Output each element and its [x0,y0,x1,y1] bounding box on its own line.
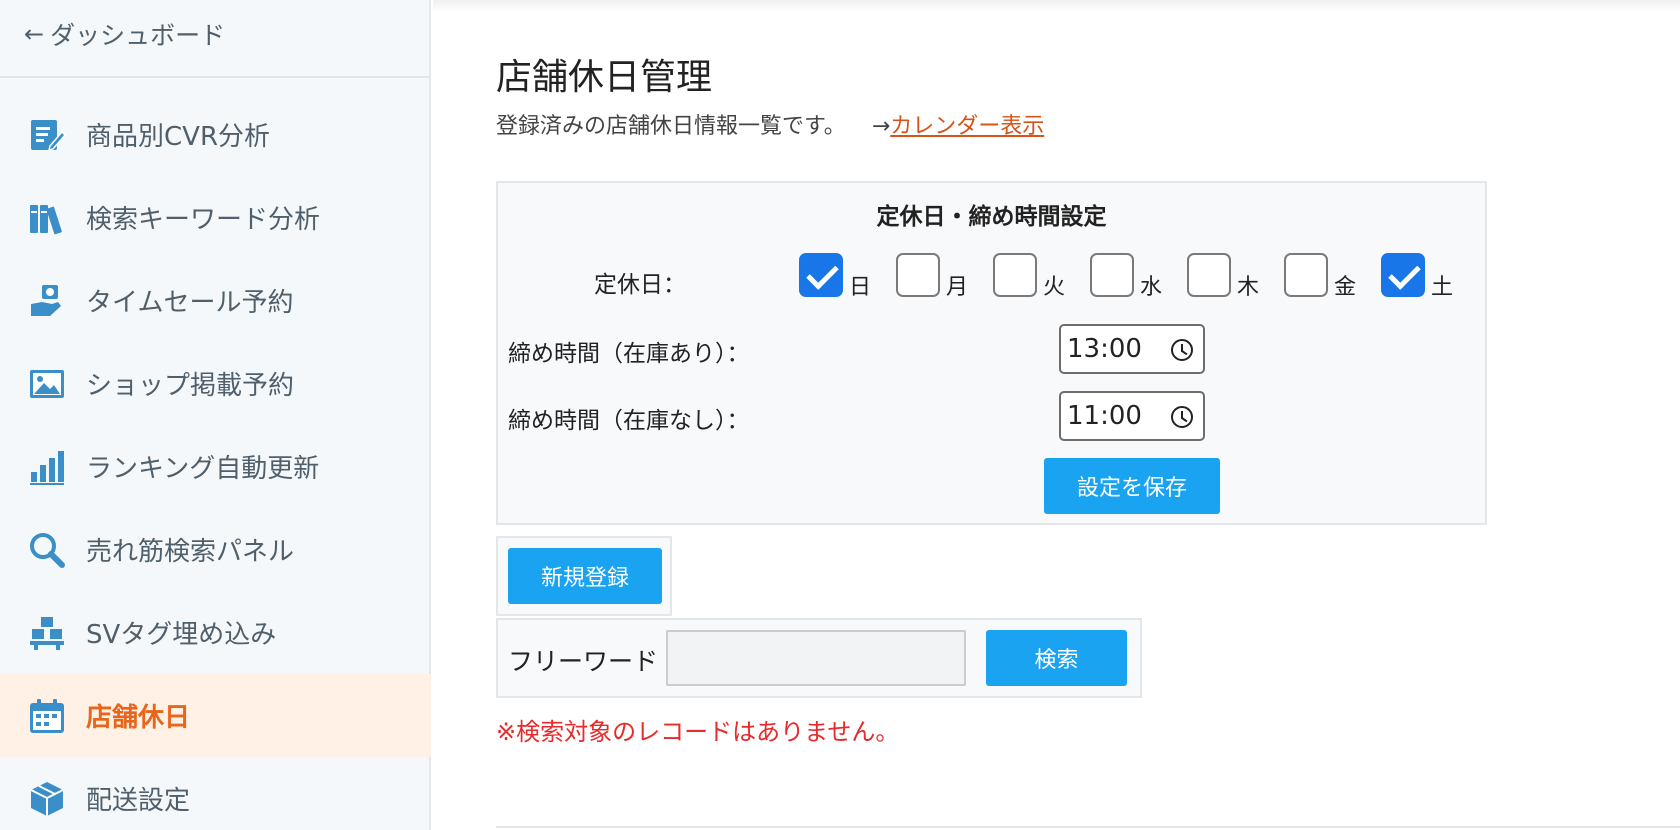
day-label: 土 [1431,275,1454,300]
sidebar-item-label: ランキング自動更新 [86,454,320,484]
cutoff-instock-time-input[interactable]: 13:00 [1059,324,1205,374]
sidebar-item-bestseller-panel[interactable]: 売れ筋検索パネル [0,508,431,591]
day-label: 火 [1043,275,1066,300]
day-label: 木 [1237,275,1260,300]
main-content: 店舗休日管理 登録済みの店舗休日情報一覧です。 →カレンダー表示 定休日・締め時間… [433,0,1680,830]
day-sunday: 日 [799,253,871,300]
top-shadow [433,0,1680,12]
no-records-message: ※検索対象のレコードはありません。 [496,718,900,746]
search-button[interactable]: 検索 [986,630,1127,686]
sidebar: ← ダッシュボード 商品別CVR分析 検索キーワード分析 タイムセール予約 ショ… [0,0,431,830]
page-title: 店舗休日管理 [496,57,713,98]
sidebar-item-shop-listing[interactable]: ショップ掲載予約 [0,342,431,425]
sidebar-item-label: 店舗休日 [86,703,191,733]
save-settings-button[interactable]: 設定を保存 [1044,458,1220,514]
checkbox-thursday[interactable] [1187,253,1231,297]
sidebar-item-time-sale[interactable]: タイムセール予約 [0,259,431,342]
time-value: 13:00 [1067,334,1142,364]
sidebar-menu: 商品別CVR分析 検索キーワード分析 タイムセール予約 ショップ掲載予約 ランキ… [0,93,431,830]
clock-icon[interactable] [1171,406,1193,428]
holiday-settings-panel: 定休日・締め時間設定 定休日： 日 月 火 水 木 金 土 締め時間（在庫あり）… [496,181,1487,525]
sidebar-item-store-holiday[interactable]: 店舗休日 [0,674,431,757]
arrow-left-icon: ← [24,20,45,48]
day-wednesday: 水 [1090,253,1162,300]
cutoff-nostock-time-input[interactable]: 11:00 [1059,391,1205,441]
free-word-input[interactable] [666,630,966,686]
day-label: 日 [849,275,872,300]
sidebar-item-label: タイムセール予約 [86,288,294,318]
checkbox-saturday[interactable] [1381,253,1425,297]
calendar-view-link[interactable]: カレンダー表示 [890,114,1044,139]
sidebar-item-sv-tag[interactable]: SVタグ埋め込み [0,591,431,674]
day-tuesday: 火 [993,253,1065,300]
holiday-label: 定休日： [594,272,686,298]
content-divider [496,826,1680,828]
day-saturday: 土 [1381,253,1453,300]
sidebar-item-label: 配送設定 [86,786,191,816]
checkbox-sunday[interactable] [799,253,843,297]
sidebar-item-ranking-update[interactable]: ランキング自動更新 [0,425,431,508]
settings-title: 定休日・締め時間設定 [876,204,1107,230]
money-hand-icon [28,282,66,320]
day-label: 金 [1334,275,1357,300]
bar-chart-icon [28,448,66,486]
day-monday: 月 [896,253,968,300]
magnifier-icon [28,531,66,569]
cutoff-instock-label: 締め時間（在庫あり）： [508,341,750,367]
image-icon [28,365,66,403]
calendar-icon [28,697,66,735]
new-registration-box: 新規登録 [496,536,672,616]
checkbox-tuesday[interactable] [993,253,1037,297]
back-link-label: ダッシュボード [50,21,226,50]
link-arrow: → [871,114,891,139]
day-label: 月 [946,275,969,300]
sidebar-item-label: ショップ掲載予約 [86,371,295,401]
app-root: ← ダッシュボード 商品別CVR分析 検索キーワード分析 タイムセール予約 ショ… [0,0,1680,830]
sidebar-item-product-cvr[interactable]: 商品別CVR分析 [0,93,431,176]
checkbox-monday[interactable] [896,253,940,297]
search-box: フリーワード 検索 [496,618,1142,698]
free-word-label: フリーワード [508,647,659,676]
checkbox-friday[interactable] [1284,253,1328,297]
sidebar-item-label: 売れ筋検索パネル [86,537,295,567]
description-text: 登録済みの店舗休日情報一覧です。 [496,114,846,139]
back-to-dashboard-link[interactable]: ← ダッシュボード [24,14,225,54]
sidebar-item-label: SVタグ埋め込み [86,620,277,650]
sidebar-divider [0,76,431,78]
package-icon [28,780,66,818]
time-value: 11:00 [1067,401,1142,431]
sidebar-item-label: 検索キーワード分析 [86,205,321,235]
page-description: 登録済みの店舗休日情報一覧です。 →カレンダー表示 [496,108,1044,140]
sidebar-item-search-keyword[interactable]: 検索キーワード分析 [0,176,431,259]
books-icon [28,199,66,237]
edit-document-icon [28,116,66,154]
cutoff-nostock-label: 締め時間（在庫なし）： [508,408,750,434]
day-label: 水 [1140,275,1163,300]
day-thursday: 木 [1187,253,1259,300]
sidebar-item-label: 商品別CVR分析 [86,122,271,152]
day-friday: 金 [1284,253,1356,300]
boxes-icon [28,614,66,652]
clock-icon[interactable] [1171,339,1193,361]
checkbox-wednesday[interactable] [1090,253,1134,297]
sidebar-item-shipping[interactable]: 配送設定 [0,757,431,830]
new-registration-button[interactable]: 新規登録 [508,548,662,604]
